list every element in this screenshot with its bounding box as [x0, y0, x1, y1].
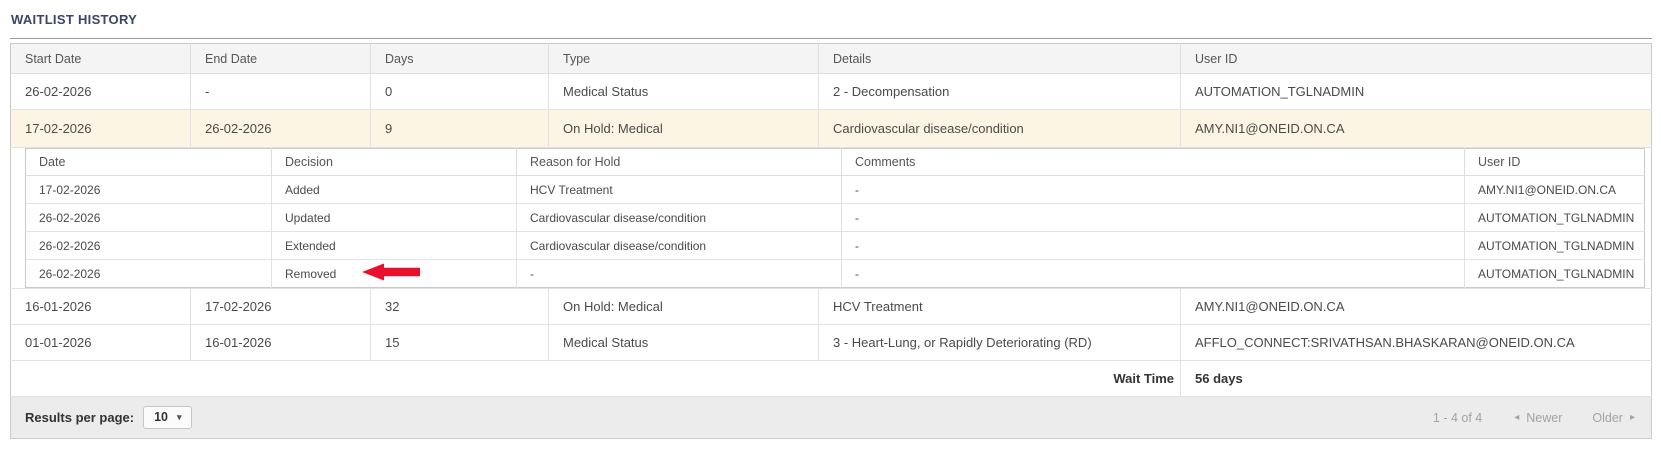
cell-start-date: 01-01-2026	[11, 325, 191, 361]
column-header-days: Days	[371, 44, 549, 74]
results-per-page-label: Results per page:	[25, 410, 134, 425]
page-title: WAITLIST HISTORY	[11, 12, 137, 27]
sub-cell-reason: Cardiovascular disease/condition	[517, 204, 842, 232]
waitlist-row[interactable]: 16-01-2026 17-02-2026 32 On Hold: Medica…	[11, 289, 1652, 325]
results-per-page-group: Results per page: 10 ▾	[25, 406, 192, 429]
sub-cell-user-id: AUTOMATION_TGLNADMIN	[1465, 232, 1645, 260]
newer-button-label: Newer	[1526, 411, 1562, 425]
sub-column-header-decision: Decision	[272, 149, 517, 176]
sub-column-header-reason: Reason for Hold	[517, 149, 842, 176]
waitlist-history-table: Start Date End Date Days Type Details Us…	[10, 43, 1652, 397]
cell-start-date: 26-02-2026	[11, 74, 191, 110]
sub-cell-date: 26-02-2026	[26, 204, 272, 232]
wait-time-label: Wait Time	[11, 361, 1181, 397]
waitlist-history-panel: WAITLIST HISTORY Start Date End Date Day…	[0, 0, 1661, 439]
waitlist-row-expanded[interactable]: 17-02-2026 26-02-2026 9 On Hold: Medical…	[11, 110, 1652, 148]
waitlist-row[interactable]: 26-02-2026 - 0 Medical Status 2 - Decomp…	[11, 74, 1652, 110]
sub-cell-user-id: AUTOMATION_TGLNADMIN	[1465, 204, 1645, 232]
column-header-end-date: End Date	[191, 44, 371, 74]
pagination: 1 - 4 of 4 ◂ Newer Older ▸	[1433, 411, 1635, 425]
hold-history-expansion-row: Date Decision Reason for Hold Comments U…	[11, 148, 1652, 289]
hold-history-row: 26-02-2026 Updated Cardiovascular diseas…	[26, 204, 1645, 232]
cell-days: 32	[371, 289, 549, 325]
cell-days: 0	[371, 74, 549, 110]
cell-end-date: 16-01-2026	[191, 325, 371, 361]
cell-end-date: -	[191, 74, 371, 110]
sub-cell-comments: -	[842, 176, 1465, 204]
section-title-divider: WAITLIST HISTORY	[10, 8, 1652, 39]
waitlist-row[interactable]: 01-01-2026 16-01-2026 15 Medical Status …	[11, 325, 1652, 361]
sub-cell-decision-text: Removed	[285, 267, 336, 281]
cell-details: HCV Treatment	[819, 289, 1181, 325]
column-header-type: Type	[549, 44, 819, 74]
sub-cell-reason: -	[517, 260, 842, 288]
sub-cell-date: 17-02-2026	[26, 176, 272, 204]
table-footer-bar: Results per page: 10 ▾ 1 - 4 of 4 ◂ Newe…	[10, 397, 1652, 439]
cell-details: 3 - Heart-Lung, or Rapidly Deteriorating…	[819, 325, 1181, 361]
wait-time-summary-row: Wait Time 56 days	[11, 361, 1652, 397]
sub-cell-date: 26-02-2026	[26, 232, 272, 260]
cell-type: On Hold: Medical	[549, 289, 819, 325]
sub-cell-date: 26-02-2026	[26, 260, 272, 288]
wait-time-value: 56 days	[1181, 361, 1652, 397]
sub-table-header-row: Date Decision Reason for Hold Comments U…	[26, 149, 1645, 176]
cell-details: Cardiovascular disease/condition	[819, 110, 1181, 148]
chevron-right-icon: ▸	[1630, 412, 1635, 423]
cell-type: Medical Status	[549, 325, 819, 361]
sub-cell-comments: -	[842, 232, 1465, 260]
cell-details: 2 - Decompensation	[819, 74, 1181, 110]
sub-column-header-date: Date	[26, 149, 272, 176]
sub-cell-decision: Extended	[272, 232, 517, 260]
cell-days: 15	[371, 325, 549, 361]
results-per-page-select[interactable]: 10 ▾	[143, 406, 191, 429]
cell-start-date: 16-01-2026	[11, 289, 191, 325]
cell-type: On Hold: Medical	[549, 110, 819, 148]
sub-cell-decision: Removed	[272, 260, 517, 288]
cell-user-id: AMY.NI1@ONEID.ON.CA	[1181, 110, 1652, 148]
hold-history-row: 26-02-2026 Removed -	[26, 260, 1645, 288]
cell-user-id: AFFLO_CONNECT:SRIVATHSAN.BHASKARAN@ONEID…	[1181, 325, 1652, 361]
sub-cell-user-id: AMY.NI1@ONEID.ON.CA	[1465, 176, 1645, 204]
sub-cell-user-id: AUTOMATION_TGLNADMIN	[1465, 260, 1645, 288]
sub-column-header-user-id: User ID	[1465, 149, 1645, 176]
column-header-user-id: User ID	[1181, 44, 1652, 74]
cell-type: Medical Status	[549, 74, 819, 110]
sub-cell-decision: Updated	[272, 204, 517, 232]
cell-end-date: 26-02-2026	[191, 110, 371, 148]
pagination-range: 1 - 4 of 4	[1433, 411, 1482, 425]
hold-history-row: 17-02-2026 Added HCV Treatment - AMY.NI1…	[26, 176, 1645, 204]
table-header-row: Start Date End Date Days Type Details Us…	[11, 44, 1652, 74]
newer-button[interactable]: ◂ Newer	[1514, 411, 1562, 425]
hold-history-row: 26-02-2026 Extended Cardiovascular disea…	[26, 232, 1645, 260]
sub-cell-comments: -	[842, 260, 1465, 288]
annotation-arrow-left-icon	[362, 263, 420, 284]
sub-cell-reason: Cardiovascular disease/condition	[517, 232, 842, 260]
cell-end-date: 17-02-2026	[191, 289, 371, 325]
column-header-details: Details	[819, 44, 1181, 74]
hold-history-container: Date Decision Reason for Hold Comments U…	[11, 148, 1652, 289]
cell-user-id: AUTOMATION_TGLNADMIN	[1181, 74, 1652, 110]
results-per-page-value: 10	[154, 410, 168, 424]
chevron-left-icon: ◂	[1514, 412, 1519, 423]
chevron-down-icon: ▾	[177, 412, 182, 423]
sub-cell-reason: HCV Treatment	[517, 176, 842, 204]
sub-column-header-comments: Comments	[842, 149, 1465, 176]
sub-cell-decision: Added	[272, 176, 517, 204]
column-header-start-date: Start Date	[11, 44, 191, 74]
cell-start-date: 17-02-2026	[11, 110, 191, 148]
hold-history-table: Date Decision Reason for Hold Comments U…	[25, 148, 1645, 288]
sub-cell-comments: -	[842, 204, 1465, 232]
cell-days: 9	[371, 110, 549, 148]
cell-user-id: AMY.NI1@ONEID.ON.CA	[1181, 289, 1652, 325]
older-button[interactable]: Older ▸	[1592, 411, 1635, 425]
older-button-label: Older	[1592, 411, 1623, 425]
